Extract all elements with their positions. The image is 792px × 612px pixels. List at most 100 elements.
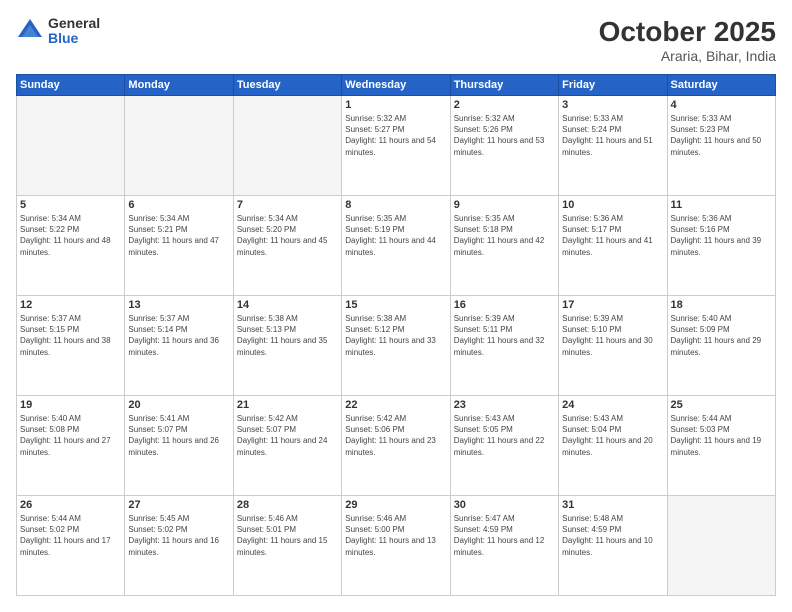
- day-number: 14: [237, 299, 338, 311]
- calendar-week-3: 12 Sunrise: 5:37 AMSunset: 5:15 PMDayligh…: [17, 296, 776, 396]
- location-subtitle: Araria, Bihar, India: [599, 48, 776, 64]
- day-info: Sunrise: 5:45 AMSunset: 5:02 PMDaylight:…: [128, 513, 229, 558]
- calendar-cell-4-3: 21Sunrise: 5:42 AMSunset: 5:07 PMDayligh…: [233, 396, 341, 496]
- logo: General Blue: [16, 16, 100, 47]
- day-info: Sunrise: 5:33 AMSunset: 5:23 PMDaylight:…: [671, 113, 772, 158]
- day-info: Sunrise: 5:44 AMSunset: 5:03 PMDaylight:…: [671, 413, 772, 458]
- day-info: Sunrise: 5:39 AMSunset: 5:10 PMDaylight:…: [562, 313, 663, 358]
- calendar-cell-4-4: 22Sunrise: 5:42 AMSunset: 5:06 PMDayligh…: [342, 396, 450, 496]
- header: General Blue October 2025 Araria, Bihar,…: [16, 16, 776, 64]
- th-sunday: Sunday: [17, 75, 125, 96]
- day-number: 13: [128, 299, 229, 311]
- calendar-cell-1-7: 4 Sunrise: 5:33 AMSunset: 5:23 PMDaylight…: [667, 96, 775, 196]
- day-info: Sunrise: 5:47 AMSunset: 4:59 PMDaylight:…: [454, 513, 555, 558]
- calendar-cell-5-7: [667, 496, 775, 596]
- day-info: Sunrise: 5:36 AMSunset: 5:16 PMDaylight:…: [671, 213, 772, 258]
- day-info: Sunrise: 5:46 AMSunset: 5:01 PMDaylight:…: [237, 513, 338, 558]
- day-info: Sunrise: 5:43 AMSunset: 5:05 PMDaylight:…: [454, 413, 555, 458]
- logo-general-text: General: [48, 16, 100, 31]
- calendar-cell-4-2: 20 Sunrise: 5:41 AMSunset: 5:07 PMDayligh…: [125, 396, 233, 496]
- day-info: Sunrise: 5:35 AMSunset: 5:18 PMDaylight:…: [454, 213, 555, 258]
- day-info: Sunrise: 5:35 AMSunset: 5:19 PMDaylight:…: [345, 213, 446, 258]
- calendar-cell-3-7: 18 Sunrise: 5:40 AMSunset: 5:09 PMDayligh…: [667, 296, 775, 396]
- logo-blue-text: Blue: [48, 31, 100, 46]
- day-number: 18: [671, 299, 772, 311]
- day-info: Sunrise: 5:41 AMSunset: 5:07 PMDaylight:…: [128, 413, 229, 458]
- calendar-cell-3-1: 12 Sunrise: 5:37 AMSunset: 5:15 PMDayligh…: [17, 296, 125, 396]
- day-number: 19: [20, 399, 121, 411]
- calendar-cell-3-5: 16 Sunrise: 5:39 AMSunset: 5:11 PMDayligh…: [450, 296, 558, 396]
- day-info: Sunrise: 5:42 AMSunset: 5:07 PMDaylight:…: [237, 413, 338, 458]
- day-number: 6: [128, 199, 229, 211]
- calendar-cell-2-1: 5 Sunrise: 5:34 AMSunset: 5:22 PMDaylight…: [17, 196, 125, 296]
- calendar-cell-2-5: 9 Sunrise: 5:35 AMSunset: 5:18 PMDaylight…: [450, 196, 558, 296]
- day-number: 5: [20, 199, 121, 211]
- day-number: 24: [562, 399, 663, 411]
- day-number: 7: [237, 199, 338, 211]
- calendar-cell-5-3: 28 Sunrise: 5:46 AMSunset: 5:01 PMDayligh…: [233, 496, 341, 596]
- day-info: Sunrise: 5:46 AMSunset: 5:00 PMDaylight:…: [345, 513, 446, 558]
- calendar-cell-2-7: 11 Sunrise: 5:36 AMSunset: 5:16 PMDayligh…: [667, 196, 775, 296]
- calendar-week-1: 1 Sunrise: 5:32 AMSunset: 5:27 PMDaylight…: [17, 96, 776, 196]
- day-info: Sunrise: 5:34 AMSunset: 5:22 PMDaylight:…: [20, 213, 121, 258]
- calendar-cell-5-2: 27 Sunrise: 5:45 AMSunset: 5:02 PMDayligh…: [125, 496, 233, 596]
- day-number: 16: [454, 299, 555, 311]
- calendar-week-2: 5 Sunrise: 5:34 AMSunset: 5:22 PMDaylight…: [17, 196, 776, 296]
- calendar-cell-3-2: 13 Sunrise: 5:37 AMSunset: 5:14 PMDayligh…: [125, 296, 233, 396]
- day-number: 8: [345, 199, 446, 211]
- calendar-cell-1-5: 2Sunrise: 5:32 AMSunset: 5:26 PMDaylight…: [450, 96, 558, 196]
- day-info: Sunrise: 5:39 AMSunset: 5:11 PMDaylight:…: [454, 313, 555, 358]
- day-info: Sunrise: 5:32 AMSunset: 5:27 PMDaylight:…: [345, 113, 446, 158]
- logo-icon: [16, 17, 44, 45]
- calendar-week-4: 19Sunrise: 5:40 AMSunset: 5:08 PMDayligh…: [17, 396, 776, 496]
- day-number: 27: [128, 499, 229, 511]
- th-friday: Friday: [559, 75, 667, 96]
- day-info: Sunrise: 5:44 AMSunset: 5:02 PMDaylight:…: [20, 513, 121, 558]
- calendar-cell-4-6: 24Sunrise: 5:43 AMSunset: 5:04 PMDayligh…: [559, 396, 667, 496]
- calendar-cell-1-6: 3Sunrise: 5:33 AMSunset: 5:24 PMDaylight…: [559, 96, 667, 196]
- day-number: 30: [454, 499, 555, 511]
- day-info: Sunrise: 5:36 AMSunset: 5:17 PMDaylight:…: [562, 213, 663, 258]
- day-number: 31: [562, 499, 663, 511]
- day-number: 20: [128, 399, 229, 411]
- day-number: 9: [454, 199, 555, 211]
- title-section: October 2025 Araria, Bihar, India: [599, 16, 776, 64]
- day-info: Sunrise: 5:34 AMSunset: 5:21 PMDaylight:…: [128, 213, 229, 258]
- th-monday: Monday: [125, 75, 233, 96]
- days-header-row: Sunday Monday Tuesday Wednesday Thursday…: [17, 75, 776, 96]
- calendar-cell-1-2: [125, 96, 233, 196]
- day-number: 26: [20, 499, 121, 511]
- calendar-cell-5-5: 30 Sunrise: 5:47 AMSunset: 4:59 PMDayligh…: [450, 496, 558, 596]
- th-tuesday: Tuesday: [233, 75, 341, 96]
- calendar-cell-5-1: 26 Sunrise: 5:44 AMSunset: 5:02 PMDayligh…: [17, 496, 125, 596]
- day-number: 28: [237, 499, 338, 511]
- day-number: 1: [345, 99, 446, 111]
- calendar-cell-3-6: 17Sunrise: 5:39 AMSunset: 5:10 PMDayligh…: [559, 296, 667, 396]
- day-number: 25: [671, 399, 772, 411]
- day-info: Sunrise: 5:48 AMSunset: 4:59 PMDaylight:…: [562, 513, 663, 558]
- calendar-cell-1-3: [233, 96, 341, 196]
- day-info: Sunrise: 5:33 AMSunset: 5:24 PMDaylight:…: [562, 113, 663, 158]
- day-number: 11: [671, 199, 772, 211]
- calendar-cell-3-3: 14 Sunrise: 5:38 AMSunset: 5:13 PMDayligh…: [233, 296, 341, 396]
- day-number: 10: [562, 199, 663, 211]
- th-thursday: Thursday: [450, 75, 558, 96]
- day-info: Sunrise: 5:38 AMSunset: 5:12 PMDaylight:…: [345, 313, 446, 358]
- day-number: 12: [20, 299, 121, 311]
- day-info: Sunrise: 5:38 AMSunset: 5:13 PMDaylight:…: [237, 313, 338, 358]
- day-info: Sunrise: 5:37 AMSunset: 5:15 PMDaylight:…: [20, 313, 121, 358]
- calendar-cell-3-4: 15Sunrise: 5:38 AMSunset: 5:12 PMDayligh…: [342, 296, 450, 396]
- calendar-cell-4-7: 25 Sunrise: 5:44 AMSunset: 5:03 PMDayligh…: [667, 396, 775, 496]
- calendar-cell-5-4: 29Sunrise: 5:46 AMSunset: 5:00 PMDayligh…: [342, 496, 450, 596]
- th-wednesday: Wednesday: [342, 75, 450, 96]
- calendar-table: Sunday Monday Tuesday Wednesday Thursday…: [16, 74, 776, 596]
- day-number: 4: [671, 99, 772, 111]
- calendar-cell-2-2: 6 Sunrise: 5:34 AMSunset: 5:21 PMDaylight…: [125, 196, 233, 296]
- calendar-cell-1-1: [17, 96, 125, 196]
- day-info: Sunrise: 5:40 AMSunset: 5:09 PMDaylight:…: [671, 313, 772, 358]
- calendar-cell-2-4: 8 Sunrise: 5:35 AMSunset: 5:19 PMDaylight…: [342, 196, 450, 296]
- day-info: Sunrise: 5:34 AMSunset: 5:20 PMDaylight:…: [237, 213, 338, 258]
- calendar-week-5: 26 Sunrise: 5:44 AMSunset: 5:02 PMDayligh…: [17, 496, 776, 596]
- calendar-cell-4-1: 19Sunrise: 5:40 AMSunset: 5:08 PMDayligh…: [17, 396, 125, 496]
- day-info: Sunrise: 5:37 AMSunset: 5:14 PMDaylight:…: [128, 313, 229, 358]
